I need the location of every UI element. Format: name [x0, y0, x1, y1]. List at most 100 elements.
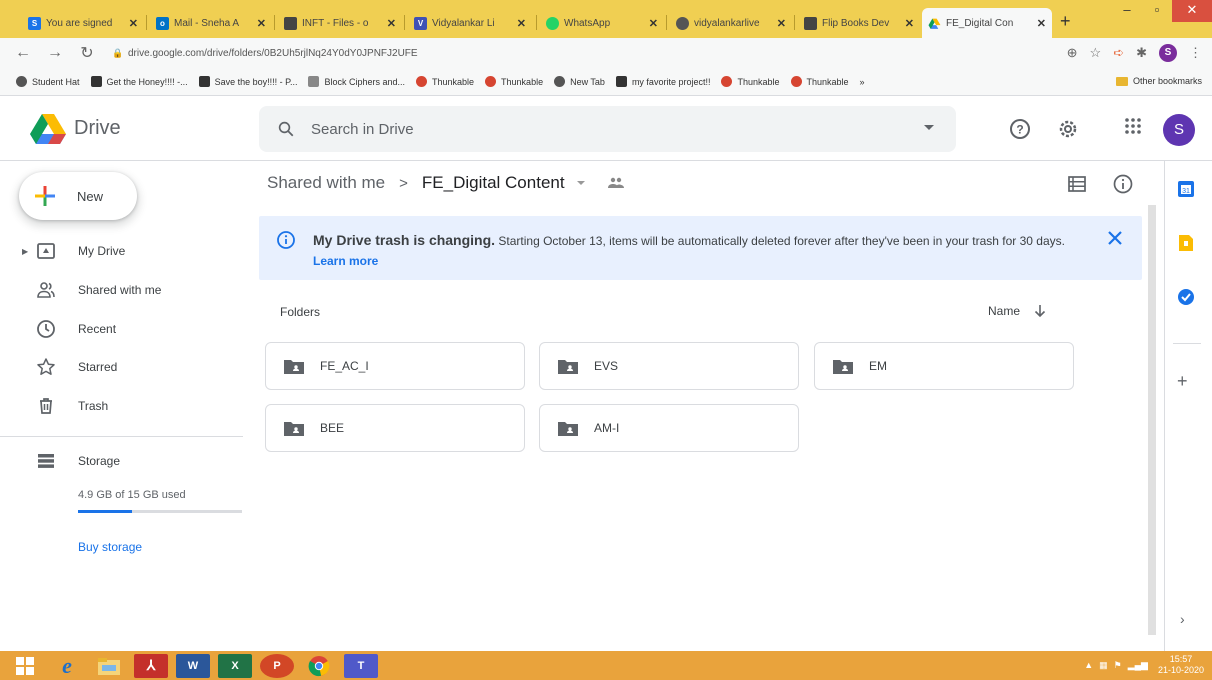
- learn-more-link[interactable]: Learn more: [313, 254, 378, 268]
- browser-menu-icon[interactable]: ⋮: [1189, 45, 1202, 61]
- extensions-puzzle-icon[interactable]: ✱: [1136, 45, 1147, 61]
- windows-start-icon[interactable]: [8, 654, 42, 678]
- close-tab-icon[interactable]: ✕: [257, 17, 266, 30]
- browser-tab[interactable]: Flip Books Dev ✕: [798, 8, 920, 38]
- search-options-icon[interactable]: [924, 125, 934, 130]
- account-avatar[interactable]: S: [1163, 114, 1195, 146]
- close-tab-icon[interactable]: ✕: [387, 17, 396, 30]
- search-icon[interactable]: [277, 120, 295, 138]
- clock[interactable]: 15:57 21-10-2020: [1158, 654, 1204, 676]
- drive-favicon-icon: [928, 18, 941, 29]
- sort-control[interactable]: Name: [988, 304, 1046, 318]
- arrow-down-icon[interactable]: [1034, 304, 1046, 318]
- svg-text:31: 31: [1182, 188, 1190, 195]
- new-button[interactable]: New: [19, 172, 137, 220]
- clock-icon: [37, 320, 55, 338]
- breadcrumb-parent[interactable]: Shared with me: [267, 173, 385, 193]
- bookmark[interactable]: New Tab: [554, 76, 605, 87]
- tasks-icon[interactable]: [1176, 287, 1196, 307]
- sidebar-item-starred[interactable]: Starred: [0, 349, 250, 385]
- excel-icon[interactable]: X: [218, 653, 252, 678]
- address-bar[interactable]: 🔒 drive.google.com/drive/folders/0B2Uh5r…: [112, 42, 1092, 64]
- bookmark[interactable]: Block Ciphers and...: [308, 76, 405, 87]
- teams-icon[interactable]: T: [344, 653, 378, 678]
- info-icon[interactable]: [1112, 173, 1134, 195]
- window-close-button[interactable]: ✕: [1172, 0, 1212, 22]
- expand-arrow-icon[interactable]: ▶: [22, 247, 28, 256]
- browser-tab[interactable]: INFT - Files - o ✕: [278, 8, 402, 38]
- list-view-icon[interactable]: [1066, 173, 1088, 195]
- back-icon[interactable]: ←: [14, 44, 32, 62]
- internet-explorer-icon[interactable]: e: [50, 653, 84, 678]
- other-bookmarks[interactable]: Other bookmarks: [1115, 76, 1202, 86]
- folder-card[interactable]: EM: [814, 342, 1074, 390]
- close-tab-icon[interactable]: ✕: [129, 17, 138, 30]
- bookmark[interactable]: my favorite project!!: [615, 76, 710, 87]
- keep-notes-icon[interactable]: [1176, 233, 1196, 253]
- calendar-icon[interactable]: 31: [1176, 179, 1196, 199]
- close-tab-icon[interactable]: ✕: [777, 17, 786, 30]
- acrobat-reader-icon[interactable]: ⅄: [134, 653, 168, 678]
- search-input[interactable]: [311, 120, 871, 138]
- shared-folder-people-icon[interactable]: [607, 176, 625, 190]
- browser-tab[interactable]: WhatsApp ✕: [540, 8, 664, 38]
- folder-card[interactable]: EVS: [539, 342, 799, 390]
- file-explorer-icon[interactable]: [92, 654, 126, 678]
- sidebar-item-recent[interactable]: Recent: [0, 311, 250, 347]
- bookmark[interactable]: Thunkable: [485, 76, 543, 87]
- close-icon[interactable]: [1107, 230, 1123, 246]
- sidebar-item-shared-with-me[interactable]: Shared with me: [0, 272, 250, 308]
- close-tab-icon[interactable]: ✕: [1037, 17, 1046, 30]
- bookmark[interactable]: Thunkable: [790, 76, 849, 87]
- close-tab-icon[interactable]: ✕: [905, 17, 914, 30]
- bookmark[interactable]: Save the boy!!!! - P...: [198, 76, 297, 87]
- browser-tab[interactable]: S You are signed ✕: [22, 8, 144, 38]
- sidebar-item-storage[interactable]: Storage: [0, 443, 250, 479]
- close-tab-icon[interactable]: ✕: [517, 17, 526, 30]
- bookmark[interactable]: Student Hat: [16, 76, 80, 87]
- sidebar-item-my-drive[interactable]: ▶ My Drive: [0, 233, 250, 269]
- tray-arrow-icon[interactable]: ▲: [1084, 660, 1093, 670]
- browser-profile-avatar[interactable]: S: [1159, 44, 1177, 62]
- new-tab-button[interactable]: +: [1060, 11, 1071, 32]
- breadcrumb-current[interactable]: FE_Digital Content: [422, 173, 565, 193]
- browser-tab-active[interactable]: FE_Digital Con ✕: [922, 8, 1052, 38]
- new-button-label: New: [77, 188, 104, 204]
- browser-tab[interactable]: o Mail - Sneha A ✕: [150, 8, 272, 38]
- bookmark[interactable]: Thunkable: [416, 76, 474, 87]
- buy-storage-link[interactable]: Buy storage: [78, 540, 142, 554]
- bookmark[interactable]: Thunkable: [721, 76, 780, 87]
- powerpoint-icon[interactable]: P: [260, 653, 294, 678]
- folder-card[interactable]: FE_AC_I: [265, 342, 525, 390]
- browser-tab[interactable]: vidyalankarlive ✕: [670, 8, 792, 38]
- minimize-button[interactable]: –: [1112, 0, 1142, 22]
- network-icon[interactable]: ▂▄▆: [1128, 660, 1148, 671]
- bookmark-star-icon[interactable]: ☆: [1090, 45, 1102, 61]
- folder-card[interactable]: AM-I: [539, 404, 799, 452]
- word-icon[interactable]: W: [176, 653, 210, 678]
- flag-icon[interactable]: ⚑: [1114, 660, 1122, 671]
- chevron-down-icon[interactable]: [576, 181, 585, 185]
- browser-tab[interactable]: V Vidyalankar Li ✕: [408, 8, 532, 38]
- bookmarks-overflow[interactable]: »: [860, 77, 865, 87]
- settings-gear-icon[interactable]: [1056, 117, 1080, 141]
- forward-icon[interactable]: →: [46, 44, 64, 62]
- scrollbar[interactable]: [1148, 205, 1156, 635]
- bookmark[interactable]: Get the Honey!!!! -...: [90, 76, 188, 87]
- tray-apps-icon[interactable]: ▦: [1099, 660, 1108, 671]
- chrome-icon[interactable]: [302, 654, 336, 678]
- apps-grid-icon[interactable]: [1124, 117, 1142, 135]
- extension-icon[interactable]: ➪: [1113, 45, 1124, 61]
- folders-section-label: Folders: [280, 305, 321, 319]
- drive-logo-text[interactable]: Drive: [74, 117, 121, 140]
- folder-card[interactable]: BEE: [265, 404, 525, 452]
- close-tab-icon[interactable]: ✕: [649, 17, 658, 30]
- reload-icon[interactable]: ↻: [78, 43, 96, 63]
- maximize-button[interactable]: ▫: [1142, 0, 1172, 22]
- sidebar-item-trash[interactable]: Trash: [0, 388, 250, 424]
- help-icon[interactable]: ?: [1008, 117, 1032, 141]
- get-addons-plus-icon[interactable]: +: [1177, 371, 1188, 392]
- zoom-icon[interactable]: ⊕: [1067, 45, 1078, 61]
- chevron-right-icon[interactable]: ›: [1180, 611, 1185, 627]
- drive-logo-icon[interactable]: [30, 113, 66, 145]
